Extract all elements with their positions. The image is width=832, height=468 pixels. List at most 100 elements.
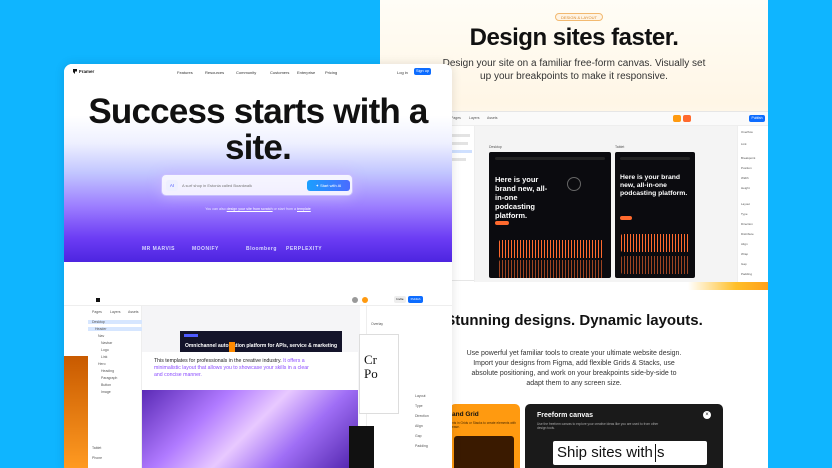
prop-label: Layout (741, 202, 751, 206)
editor-mockup: Invite Publish Pages Layers Assets Deskt… (64, 294, 452, 468)
framer-logo-icon (73, 69, 77, 74)
ai-prompt-box[interactable]: AI A surf shop in Estonia called Boardwa… (161, 174, 353, 196)
publish-button[interactable]: Publish (408, 296, 423, 303)
editor-toolbar: Pages Layers Assets Publish (447, 112, 768, 126)
frame-label-tablet: Tablet (615, 145, 625, 149)
invite-button[interactable]: Invite (394, 296, 406, 303)
cta-button[interactable] (495, 221, 509, 225)
nav-features[interactable]: Features (177, 70, 193, 75)
orange-side-block (64, 356, 88, 468)
prop-label: Align (741, 242, 748, 246)
prop-label: Position (741, 166, 752, 170)
properties-panel: Overflow Link Breakpoint Position Width … (737, 126, 768, 282)
nav-resources[interactable]: Resources (205, 70, 224, 75)
hero-headline: Success starts with a site. (88, 92, 428, 167)
layer-row[interactable]: Image (88, 390, 142, 394)
layers-panel: Pages Layers Assets Desktop Header Nav N… (88, 306, 142, 468)
avatar (352, 297, 358, 303)
signup-button[interactable]: Sign up (414, 68, 431, 75)
template-preview-dark (349, 426, 374, 468)
layer-row[interactable]: Tablet (88, 446, 142, 450)
layer-row[interactable]: Paragraph (88, 376, 142, 380)
prop-label: Overflow (741, 130, 753, 134)
layer-row[interactable]: Nav (88, 334, 142, 338)
toolbar-tab-assets[interactable]: Assets (487, 116, 498, 120)
left-homepage-panel: Framer Features Resources Community Cust… (64, 64, 452, 468)
layer-row (450, 134, 470, 137)
nav-customers[interactable]: Customers (270, 70, 289, 75)
play-icon[interactable] (567, 177, 581, 191)
framer-logo-icon[interactable] (96, 298, 100, 302)
frame-nav (620, 157, 690, 160)
start-button-label: Start with AI (320, 183, 342, 188)
preview-letters: Cr Po (364, 352, 378, 381)
card-image (454, 436, 514, 468)
card-desc: nts in Grids or Stacks to create element… (452, 421, 516, 429)
nav-enterprise[interactable]: Enterprise (297, 70, 315, 75)
template-preview: Cr Po (359, 334, 399, 414)
text-cursor (655, 444, 656, 462)
hero-hint: You can also design your site from scrat… (64, 207, 452, 211)
prop-label: Padding (741, 272, 753, 276)
customer-logo: Bloomberg (246, 246, 277, 252)
layer-row[interactable]: Phone (88, 456, 142, 460)
layer-row (450, 150, 472, 153)
ai-icon: AI (166, 180, 178, 191)
layer-row (450, 142, 468, 145)
card-title: and Grid (452, 411, 479, 418)
prop-label: Align (415, 424, 423, 428)
avatar (673, 115, 681, 122)
waveform (499, 240, 603, 258)
layer-row[interactable]: Link (88, 355, 142, 359)
hero-section: Framer Features Resources Community Cust… (64, 64, 452, 262)
waveform (621, 256, 689, 274)
ai-prompt-input[interactable]: A surf shop in Estonia called Boardwalk (182, 183, 252, 188)
prop-label: Width (741, 176, 749, 180)
brand-logo[interactable]: Framer (73, 69, 94, 74)
waveform (499, 260, 603, 278)
template-card: This templates for professionals in the … (142, 352, 358, 468)
scratch-link[interactable]: design your site from scratch (227, 207, 273, 211)
site-headline: Omnichannel automation platform for APIs… (184, 343, 338, 349)
canvas-text-field[interactable]: Ship sites with s (553, 441, 707, 465)
tab-pages[interactable]: Pages (92, 310, 102, 314)
frame-desktop[interactable]: Here is your brand new, all-in-one podca… (489, 152, 611, 278)
layer-row[interactable]: Desktop (88, 320, 142, 324)
customer-logo: MR MARVIS (142, 246, 176, 252)
editor-toolbar: Invite Publish (64, 294, 452, 306)
feature-card-grid[interactable]: and Grid nts in Grids or Stacks to creat… (450, 404, 520, 468)
prop-label: Type (741, 212, 748, 216)
card-desc: Use the freeform canvas to explore your … (537, 422, 659, 430)
login-link[interactable]: Log in (397, 70, 408, 75)
top-nav: Framer Features Resources Community Cust… (64, 64, 452, 80)
nav-pricing[interactable]: Pricing (325, 70, 337, 75)
layer-row[interactable]: Heading (88, 369, 142, 373)
nav-community[interactable]: Community (236, 70, 256, 75)
template-link[interactable]: template (297, 207, 311, 211)
layer-row[interactable]: Navbar (88, 341, 142, 345)
frame-label-desktop: Desktop (489, 145, 502, 149)
feature-card-freeform[interactable]: Freeform canvas Use the freeform canvas … (525, 404, 723, 468)
layer-row[interactable]: Hero (88, 362, 142, 366)
prop-label: Wrap (741, 252, 749, 256)
frame-nav (495, 157, 605, 160)
template-line: This templates for professionals in the … (154, 358, 282, 364)
cta-button[interactable] (620, 216, 632, 220)
layer-row[interactable]: Logo (88, 348, 142, 352)
tab-assets[interactable]: Assets (128, 310, 139, 314)
toolbar-tab-layers[interactable]: Layers (469, 116, 480, 120)
frame-tablet[interactable]: Here is your brand new, all-in-one podca… (615, 152, 695, 278)
toolbar-tab-pages[interactable]: Pages (451, 116, 461, 120)
start-with-ai-button[interactable]: ✦ Start with AI (307, 180, 350, 191)
frame-headline: Here is your brand new, all-in-one podca… (495, 175, 548, 220)
editor-canvas: Desktop Here is your brand new, all-in-o… (475, 126, 737, 282)
layer-row[interactable]: Button (88, 383, 142, 387)
avatar (362, 297, 368, 303)
purple-abstract-image (142, 390, 358, 468)
layer-row[interactable]: Header (88, 327, 142, 331)
close-icon[interactable]: × (703, 411, 711, 419)
tab-layers[interactable]: Layers (110, 310, 121, 314)
card-title: Freeform canvas (537, 412, 594, 419)
publish-button[interactable]: Publish (749, 115, 765, 122)
template-text: This templates for professionals in the … (154, 358, 314, 379)
